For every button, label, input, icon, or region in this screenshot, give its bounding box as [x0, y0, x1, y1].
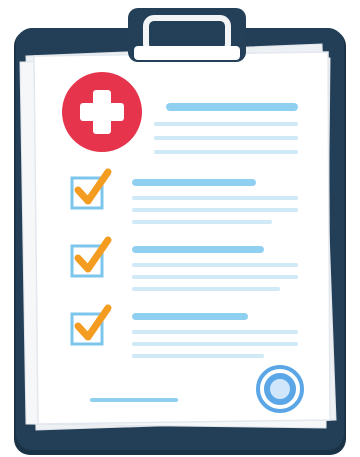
checkbox-checked-icon: [70, 304, 112, 346]
medical-clipboard-illustration: [0, 0, 360, 457]
checkbox-checked-icon: [70, 168, 112, 210]
signature-line: [90, 398, 178, 402]
medical-cross-icon: [62, 72, 142, 152]
checkbox-checked-icon: [70, 236, 112, 278]
stamp-seal-icon: [256, 365, 304, 413]
clipboard-clip-icon: [128, 8, 246, 62]
clipboard-artwork: [14, 8, 346, 455]
